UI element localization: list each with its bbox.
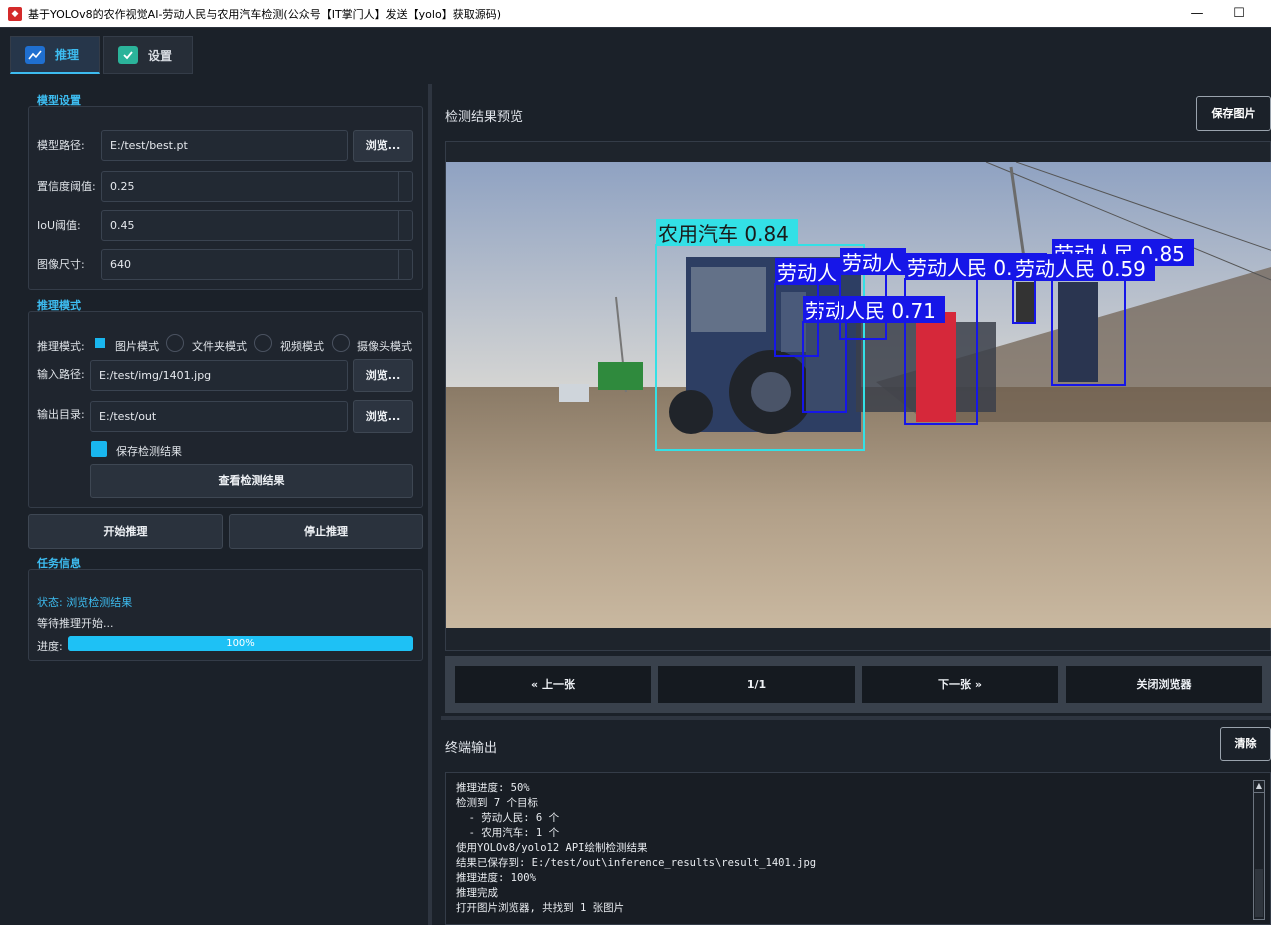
image-counter: 1/1: [658, 666, 855, 703]
scroll-up-icon[interactable]: ▲: [1254, 781, 1264, 793]
imgsz-spinbox[interactable]: 640: [101, 249, 413, 280]
video-mode-radio[interactable]: [254, 334, 272, 352]
iou-spinbox[interactable]: 0.45: [101, 210, 413, 241]
video-mode-label: 视频模式: [280, 340, 324, 353]
terminal-line: 推理进度: 50%: [456, 782, 530, 794]
progress-label: 进度:: [37, 640, 63, 653]
detection-label-person-5: 劳动人: [777, 261, 837, 285]
output-browse-button[interactable]: 浏览...: [353, 400, 413, 433]
output-dir-label: 输出目录:: [37, 408, 85, 421]
vertical-splitter[interactable]: [441, 716, 1271, 720]
view-results-button[interactable]: 查看检测结果: [90, 464, 413, 498]
conf-spinbox[interactable]: 0.25: [101, 171, 413, 202]
tab-settings[interactable]: 设置: [103, 36, 193, 74]
imgsz-spin-buttons[interactable]: [398, 250, 412, 279]
prev-image-button[interactable]: « 上一张: [455, 666, 651, 703]
imgsz-label: 图像尺寸:: [37, 258, 85, 271]
title-bar: ◆ 基于YOLOv8的农作视觉AI-劳动人民与农用汽车检测(公众号【IT掌门人】…: [0, 0, 1271, 27]
terminal-output[interactable]: 推理进度: 50% 检测到 7 个目标 - 劳动人民: 6 个 - 农用汽车: 1…: [445, 772, 1271, 925]
tab-inference-label: 推理: [55, 48, 80, 62]
app-logo-icon: ◆: [8, 6, 22, 21]
input-path-input[interactable]: E:/test/img/1401.jpg: [90, 360, 348, 391]
detection-label-person-6: 劳动人: [842, 251, 902, 275]
check-icon: [118, 46, 138, 64]
terminal-line: 推理进度: 100%: [456, 872, 536, 884]
conf-spin-buttons[interactable]: [398, 172, 412, 201]
preview-title: 检测结果预览: [445, 110, 524, 125]
terminal-line: 使用YOLOv8/yolo12 API绘制检测结果: [456, 842, 648, 854]
minimize-button[interactable]: —: [1174, 0, 1220, 27]
terminal-line: 结果已保存到: E:/test/out\inference_results\re…: [456, 857, 817, 869]
save-results-label: 保存检测结果: [116, 445, 182, 458]
terminal-line: 打开图片浏览器, 共找到 1 张图片: [456, 902, 625, 914]
detection-label-person-3: 劳动人民 0.71: [805, 299, 936, 323]
detection-label-person-4: 劳动人民 0.59: [1015, 257, 1146, 281]
mode-label: 推理模式:: [37, 340, 85, 353]
scroll-thumb[interactable]: [1255, 869, 1263, 917]
output-dir-input[interactable]: E:/test/out: [90, 401, 348, 432]
detection-label-tractor: 农用汽车 0.84: [658, 222, 789, 246]
save-image-button[interactable]: 保存图片: [1196, 96, 1271, 131]
status-text: 状态: 浏览检测结果: [37, 596, 133, 609]
input-path-label: 输入路径:: [37, 368, 85, 381]
clear-terminal-button[interactable]: 清除: [1220, 727, 1271, 761]
camera-mode-label: 摄像头模式: [357, 340, 412, 353]
terminal-line: - 劳动人民: 6 个: [456, 812, 560, 824]
tab-settings-label: 设置: [148, 48, 173, 63]
terminal-line: - 农用汽车: 1 个: [456, 827, 560, 839]
stop-inference-button[interactable]: 停止推理: [229, 514, 423, 549]
iou-spin-buttons[interactable]: [398, 211, 412, 240]
iou-label: IoU阈值:: [37, 219, 81, 232]
panel-splitter[interactable]: [428, 84, 432, 925]
camera-mode-radio[interactable]: [332, 334, 350, 352]
close-browser-button[interactable]: 关闭浏览器: [1066, 666, 1262, 703]
detection-result-image: 农用汽车 0.84 劳动人民 0.85 劳动人民 0.85 劳动人民 0.71 …: [446, 162, 1271, 628]
folder-mode-label: 文件夹模式: [192, 340, 247, 353]
input-browse-button[interactable]: 浏览...: [353, 359, 413, 392]
progress-bar: 100%: [68, 636, 413, 651]
tab-inference[interactable]: 推理: [10, 36, 100, 74]
terminal-scrollbar[interactable]: ▲: [1253, 780, 1265, 920]
tab-bar: 推理 设置: [0, 27, 1271, 75]
chart-icon: [25, 45, 45, 64]
maximize-button[interactable]: ☐: [1216, 0, 1262, 27]
progress-text: 100%: [226, 638, 255, 649]
next-image-button[interactable]: 下一张 »: [862, 666, 1058, 703]
task-message: 等待推理开始...: [37, 617, 114, 630]
terminal-line: 推理完成: [456, 887, 498, 899]
model-path-label: 模型路径:: [37, 139, 85, 152]
terminal-line: 检测到 7 个目标: [456, 797, 538, 809]
image-mode-label: 图片模式: [115, 340, 159, 353]
model-browse-button[interactable]: 浏览...: [353, 130, 413, 162]
save-results-checkbox[interactable]: [91, 441, 107, 457]
start-inference-button[interactable]: 开始推理: [28, 514, 223, 549]
terminal-title: 终端输出: [445, 741, 498, 756]
window-title: 基于YOLOv8的农作视觉AI-劳动人民与农用汽车检测(公众号【IT掌门人】发送…: [28, 7, 501, 21]
image-mode-radio[interactable]: [95, 338, 105, 348]
model-path-input[interactable]: E:/test/best.pt: [101, 130, 348, 161]
folder-mode-radio[interactable]: [166, 334, 184, 352]
conf-label: 置信度阈值:: [37, 180, 96, 193]
